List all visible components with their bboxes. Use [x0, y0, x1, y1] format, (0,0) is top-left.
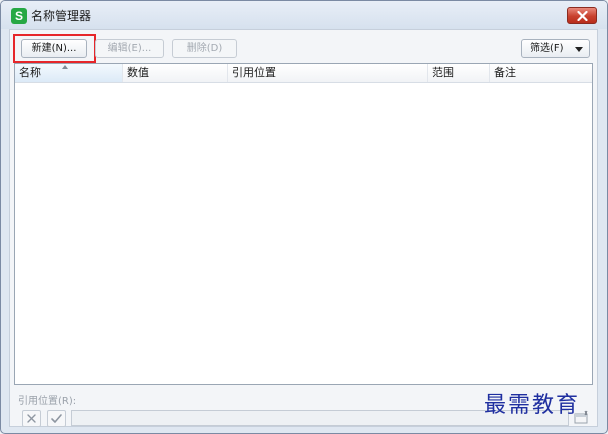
edit-button[interactable]: 编辑(E)... [95, 39, 164, 58]
refers-to-label: 引用位置(R): [18, 396, 77, 407]
names-list[interactable]: 名称 数值 引用位置 范围 备注 [14, 63, 593, 385]
wps-spreadsheet-icon: S [11, 8, 27, 24]
column-header-scope[interactable]: 范围 [428, 64, 490, 82]
chevron-down-icon [575, 47, 583, 52]
column-label: 数值 [127, 66, 149, 79]
column-label: 引用位置 [232, 66, 276, 79]
close-icon [577, 11, 588, 21]
filter-label: 筛选(F) [530, 43, 564, 54]
highlight-box [13, 34, 96, 63]
check-icon [51, 414, 62, 423]
sort-ascending-icon [62, 65, 68, 69]
list-header: 名称 数值 引用位置 范围 备注 [15, 64, 592, 83]
column-header-comment[interactable]: 备注 [490, 64, 592, 82]
x-icon [27, 414, 36, 423]
confirm-edit-button[interactable] [47, 410, 66, 427]
cancel-edit-button[interactable] [22, 410, 41, 427]
window-title: 名称管理器 [31, 9, 92, 23]
column-header-refers-to[interactable]: 引用位置 [228, 64, 428, 82]
close-button[interactable] [567, 7, 597, 24]
dialog-body: 新建(N)... 编辑(E)... 删除(D) 筛选(F) 名称 数值 引用位置 [9, 29, 598, 427]
filter-button[interactable]: 筛选(F) [521, 39, 590, 58]
column-label: 范围 [432, 66, 454, 79]
column-header-value[interactable]: 数值 [123, 64, 228, 82]
watermark-text: 最需教育 [484, 393, 581, 418]
column-header-name[interactable]: 名称 [15, 64, 123, 82]
name-manager-dialog: S 名称管理器 新建(N)... 编辑(E)... 删除(D) 筛选(F) 名称… [0, 0, 608, 434]
title-bar[interactable]: S 名称管理器 [1, 1, 607, 29]
column-label: 备注 [494, 66, 516, 79]
column-label: 名称 [19, 66, 41, 79]
delete-button[interactable]: 删除(D) [172, 39, 237, 58]
